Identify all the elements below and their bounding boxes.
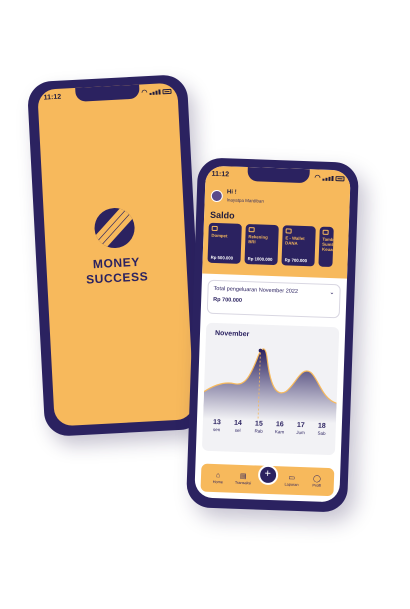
status-time: 11:12 xyxy=(43,93,62,102)
wifi-icon: ◠ xyxy=(141,89,148,97)
day-13[interactable]: 13 sen xyxy=(209,419,225,433)
phone-splash: 11:12 ◠ MONEY SUCCESS xyxy=(26,74,206,437)
add-transaction-button[interactable]: + xyxy=(257,464,278,486)
battery-icon xyxy=(335,175,345,181)
plus-icon xyxy=(322,229,329,235)
saldo-title: Saldo xyxy=(209,209,235,221)
spending-chart-card: November 13 sen 14 sel 15 Rab 16 Kam 17 … xyxy=(201,322,340,456)
dashboard-screen: 11:12 ◠ Hi ! Inayatpa Mardiban Saldo Dom… xyxy=(194,165,351,503)
money-success-logo-icon xyxy=(93,207,136,250)
bottom-nav: ⌂ Home ▤ Transaksi + ▭ Laporan ◯ Profil xyxy=(200,463,335,497)
signal-icon xyxy=(149,88,161,95)
nav-home[interactable]: ⌂ Home xyxy=(207,472,229,485)
status-icons: ◠ xyxy=(314,173,345,182)
mockup-stage: 11:12 ◠ MONEY SUCCESS 11:12 ◠ Hi ! Inaya… xyxy=(0,0,410,609)
status-icons: ◠ xyxy=(141,87,172,97)
avatar[interactable] xyxy=(210,189,224,203)
ewallet-icon xyxy=(285,228,292,234)
chart-area xyxy=(203,348,337,424)
day-17[interactable]: 17 Jum xyxy=(293,422,309,436)
wallet-icon xyxy=(211,225,218,232)
user-subtitle: Inayatpa Mardiban xyxy=(226,197,265,204)
account-name: E - Wallet DANA xyxy=(285,235,305,246)
battery-icon xyxy=(162,88,172,94)
greeting-text: Hi ! xyxy=(226,189,237,196)
nav-transaksi[interactable]: ▤ Transaksi xyxy=(232,473,254,486)
account-amount: Rp 500.000 xyxy=(210,254,234,261)
bank-icon xyxy=(248,227,255,233)
day-15[interactable]: 15 Rab xyxy=(251,420,267,434)
nav-laporan[interactable]: ▭ Laporan xyxy=(280,474,302,487)
splash-screen: 11:12 ◠ MONEY SUCCESS xyxy=(37,82,195,427)
expense-summary-dropdown[interactable]: Total pengeluaran November 2022 ⌄ Rp 700… xyxy=(206,279,341,319)
add-account-card[interactable]: Tambah Sumber Keuangan xyxy=(318,226,334,268)
chevron-down-icon: ⌄ xyxy=(329,289,335,297)
account-card-dana[interactable]: E - Wallet DANA Rp 700.000 xyxy=(281,225,316,267)
account-card-dompet[interactable]: Dompet Rp 500.000 xyxy=(207,222,242,264)
phone-notch xyxy=(247,167,310,184)
signal-icon xyxy=(322,175,334,181)
account-card-bri[interactable]: Rekening BRI Rp 1000.000 xyxy=(244,224,279,266)
phone-dashboard: 11:12 ◠ Hi ! Inayatpa Mardiban Saldo Dom… xyxy=(185,157,360,513)
account-name: Tambah Sumber Keuangan xyxy=(321,236,334,253)
brand-name: MONEY SUCCESS xyxy=(46,252,187,289)
expense-amount: Rp 700.000 xyxy=(213,296,243,304)
expense-title: Total pengeluaran November 2022 xyxy=(213,285,299,295)
nav-profil[interactable]: ◯ Profil xyxy=(306,475,328,488)
account-amount: Rp 700.000 xyxy=(284,257,308,264)
account-cards: Dompet Rp 500.000 Rekening BRI Rp 1000.0… xyxy=(207,222,334,268)
account-name: Rekening BRI xyxy=(248,234,268,245)
account-name: Dompet xyxy=(211,232,228,239)
account-amount: Rp 1000.000 xyxy=(247,256,273,262)
day-14[interactable]: 14 sel xyxy=(230,420,246,434)
day-16[interactable]: 16 Kam xyxy=(272,421,288,435)
day-18[interactable]: 18 Sab xyxy=(314,423,330,437)
status-bar: 11:12 ◠ xyxy=(43,85,172,104)
spending-area-chart xyxy=(203,348,337,424)
wifi-icon: ◠ xyxy=(314,174,321,182)
dashboard-header: 11:12 ◠ Hi ! Inayatpa Mardiban Saldo Dom… xyxy=(202,165,351,279)
status-time: 11:12 xyxy=(211,170,230,178)
